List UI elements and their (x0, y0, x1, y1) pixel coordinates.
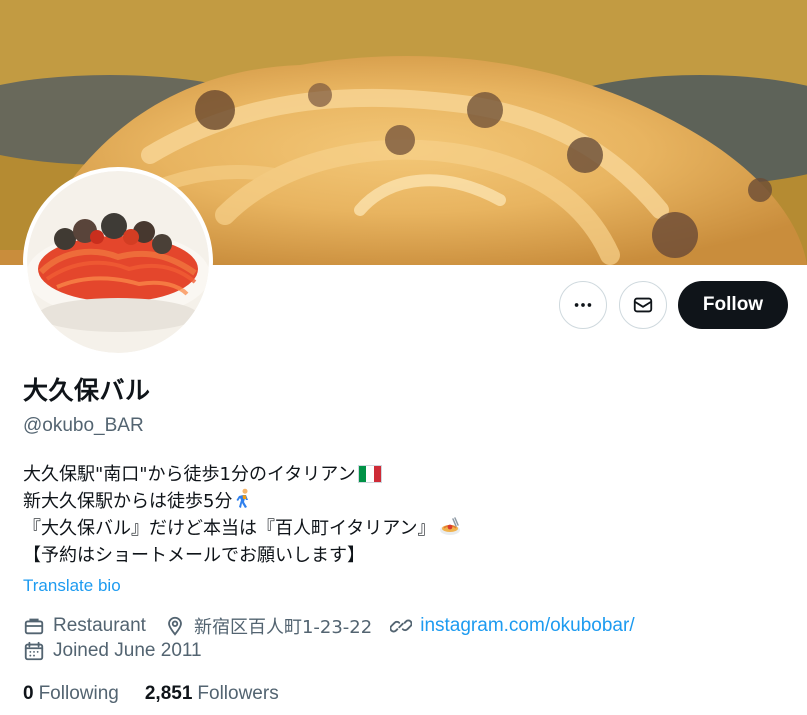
following-count: 0 (23, 683, 34, 704)
followers-link[interactable]: 2,851 Followers (145, 683, 279, 705)
italy-flag-emoji (357, 465, 382, 483)
following-link[interactable]: 0 Following (23, 683, 119, 705)
following-label: Following (38, 683, 119, 704)
joined-text: Joined June 2011 (53, 640, 202, 661)
profile-joined-row: Joined June 2011 (23, 638, 220, 664)
location-text: 新宿区百人町1-23-22 (193, 617, 373, 638)
spaghetti-emoji (438, 515, 462, 537)
follow-button[interactable]: Follow (678, 281, 788, 329)
bio-text: 新大久保駅からは徒歩5分 (23, 491, 233, 512)
bio-line: 新大久保駅からは徒歩5分 (23, 488, 783, 515)
more-horizontal-icon (572, 294, 594, 316)
person-walking-emoji (234, 488, 254, 510)
calendar-icon (23, 640, 45, 662)
followers-count: 2,851 (144, 683, 193, 704)
profile-website[interactable]: instagram.com/okubobar/ (390, 615, 635, 637)
profile-name: 大久保バル (23, 376, 151, 405)
bio-text: 大久保駅"南口"から徒歩1分のイタリアン (23, 464, 356, 485)
link-icon (390, 615, 413, 637)
message-button[interactable] (619, 281, 667, 329)
envelope-icon (632, 294, 654, 316)
location-pin-icon (164, 615, 186, 637)
profile-bio: 大久保駅"南口"から徒歩1分のイタリアン 新大久保駅からは徒歩5分 『大久保バル… (23, 461, 783, 569)
website-link[interactable]: instagram.com/okubobar/ (420, 615, 634, 637)
bio-line: 【予約はショートメールでお願いします】 (23, 545, 365, 566)
more-options-button[interactable] (559, 281, 607, 329)
followers-label: Followers (197, 683, 279, 704)
bio-line: 『大久保バル』だけど本当は『百人町イタリアン』 (23, 515, 783, 542)
bio-line: 大久保駅"南口"から徒歩1分のイタリアン (23, 461, 783, 488)
profile-page: Follow 大久保バル @okubo_BAR 大久保駅"南口"から徒歩1分のイ… (0, 0, 807, 715)
profile-avatar[interactable] (23, 167, 213, 357)
bio-text: 『大久保バル』だけど本当は『百人町イタリアン』 (23, 518, 436, 539)
briefcase-icon (23, 615, 45, 637)
profile-location: 新宿区百人町1-23-22 (164, 613, 372, 639)
profile-joined: Joined June 2011 (23, 640, 202, 662)
profile-category: Restaurant (23, 615, 146, 637)
category-text: Restaurant (53, 615, 146, 636)
profile-handle: @okubo_BAR (23, 415, 144, 436)
profile-meta-row: Restaurant 新宿区百人町1-23-22 instagram.com/o… (23, 613, 653, 639)
avatar-pasta-image (27, 171, 209, 353)
profile-stats: 0 Following 2,851 Followers (23, 681, 305, 707)
translate-bio-link[interactable]: Translate bio (23, 574, 121, 598)
